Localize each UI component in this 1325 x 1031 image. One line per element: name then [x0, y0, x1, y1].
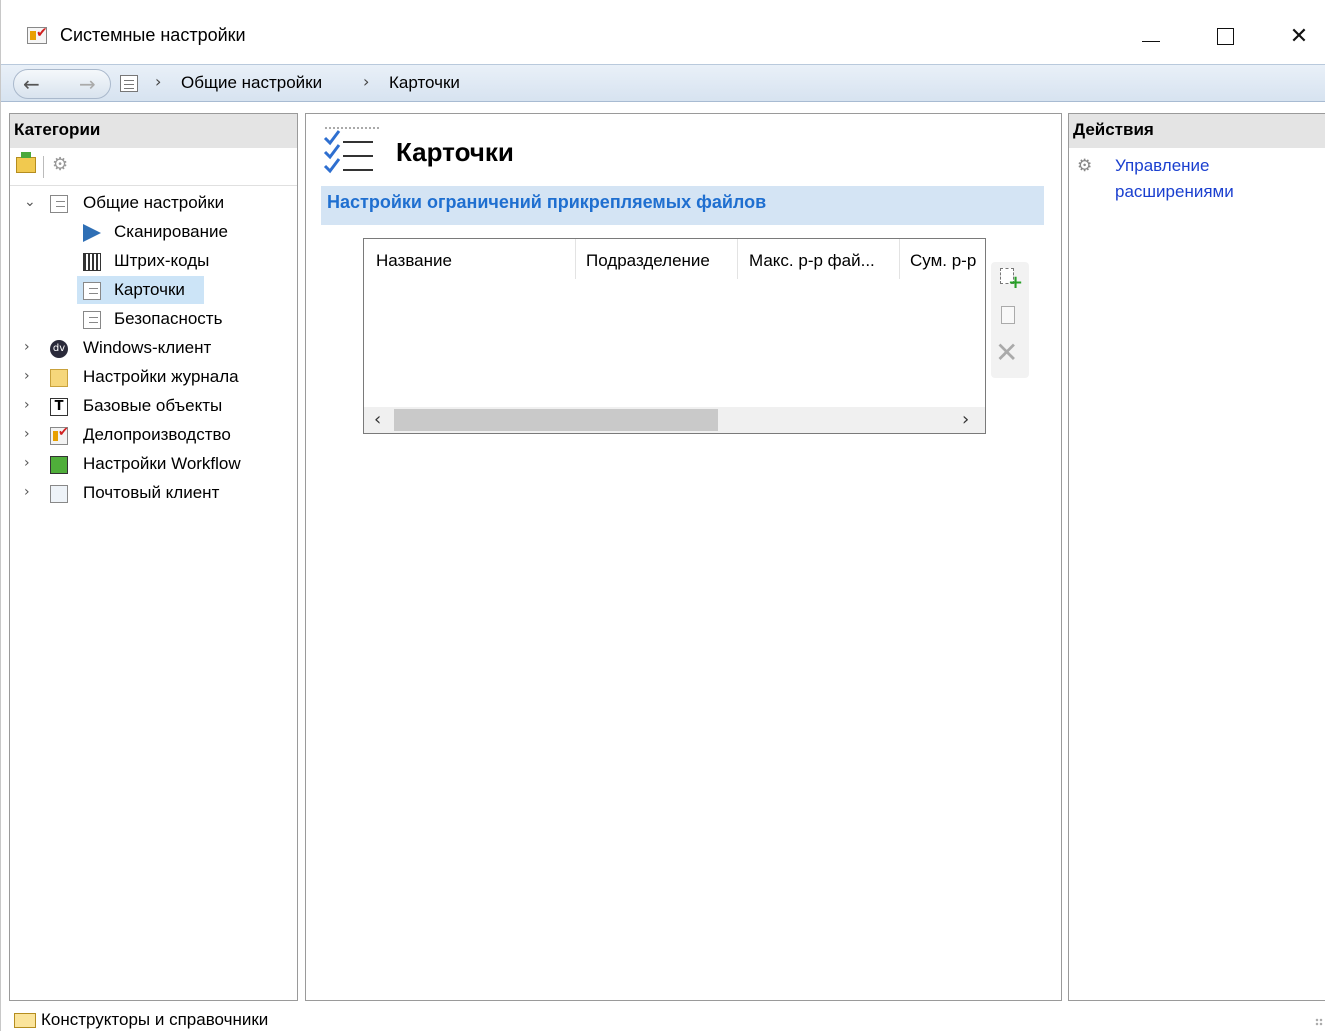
column-separator[interactable] — [575, 239, 576, 279]
manage-extensions-link[interactable]: Управление расширениями — [1115, 153, 1295, 205]
tree-item-label: Карточки — [114, 280, 185, 299]
categories-header: Категории — [10, 114, 297, 148]
edit-row-icon[interactable] — [1001, 306, 1015, 324]
breadcrumb-general-settings[interactable]: Общие настройки — [181, 73, 322, 93]
section-header: Настройки ограничений прикрепляемых файл… — [321, 186, 1044, 225]
dv-icon: dv — [50, 340, 68, 358]
actions-header: Действия — [1069, 114, 1325, 148]
tree-item-barcodes[interactable]: Штрих-коды — [10, 248, 297, 276]
tree-item-windows-client[interactable]: › dv Windows-клиент — [10, 335, 297, 363]
t-icon: T — [50, 398, 68, 416]
list-icon — [83, 282, 101, 300]
folder-icon — [50, 369, 68, 387]
tree-item-label: Штрих-коды — [114, 251, 210, 270]
section-title: Настройки ограничений прикрепляемых файл… — [327, 192, 767, 212]
app-settings-icon — [27, 25, 48, 44]
chevron-right-icon[interactable]: › — [24, 426, 36, 442]
checklist-icon — [323, 127, 379, 174]
chevron-right-icon[interactable]: › — [24, 397, 36, 413]
tree-item-label: Делопроизводство — [83, 425, 231, 444]
window-title: Системные настройки — [60, 25, 246, 45]
tree-item-log-settings[interactable]: › Настройки журнала — [10, 364, 297, 392]
tree-item-base-objects[interactable]: › T Базовые объекты — [10, 393, 297, 421]
page-title: Карточки — [396, 137, 514, 167]
delete-icon[interactable]: ✕ — [995, 336, 1018, 369]
tree-item-label: Настройки Workflow — [83, 454, 241, 473]
scroll-right-icon[interactable]: › — [962, 409, 969, 430]
tree-item-label: Безопасность — [114, 309, 223, 328]
toolbar-separator — [43, 156, 44, 178]
chevron-right-icon[interactable]: › — [24, 455, 36, 471]
chevron-right-icon: › — [155, 72, 162, 91]
gears-icon[interactable]: ⚙ — [52, 154, 68, 175]
column-header-department[interactable]: Подразделение — [586, 251, 710, 271]
delo-icon — [50, 425, 69, 445]
add-row-icon[interactable] — [1000, 268, 1023, 293]
column-header-max-file-size[interactable]: Макс. р-р фай... — [749, 251, 875, 271]
folder-add-icon[interactable] — [16, 152, 36, 173]
scroll-left-icon[interactable]: ‹ — [374, 409, 381, 430]
status-text[interactable]: Конструкторы и справочники — [41, 1010, 268, 1030]
scanner-icon — [83, 224, 101, 242]
close-icon: ✕ — [1289, 23, 1309, 49]
tree-item-workflow-settings[interactable]: › Настройки Workflow — [10, 451, 297, 479]
close-button[interactable]: ✕ — [1279, 16, 1319, 56]
maximize-icon — [1216, 27, 1234, 45]
gears-icon: ⚙ — [1077, 156, 1093, 176]
minimize-icon — [1142, 40, 1160, 42]
chevron-right-icon: › — [363, 72, 370, 91]
back-arrow-icon[interactable]: ← — [23, 72, 40, 96]
chevron-right-icon[interactable]: › — [24, 484, 36, 500]
list-icon — [83, 311, 101, 329]
table-header: Название Подразделение Макс. р-р фай... … — [364, 239, 985, 281]
workflow-icon — [50, 456, 68, 474]
tree-item-cards[interactable]: Карточки — [10, 277, 297, 305]
forward-arrow-icon[interactable]: → — [79, 72, 96, 96]
categories-toolbar: ⚙ — [10, 148, 297, 186]
resize-grip[interactable] — [1315, 1018, 1323, 1026]
file-limits-table[interactable]: Название Подразделение Макс. р-р фай... … — [363, 238, 986, 434]
horizontal-scrollbar[interactable]: ‹ › — [364, 407, 985, 433]
tree-item-security[interactable]: Безопасность — [10, 306, 297, 334]
scrollbar-thumb[interactable] — [394, 409, 718, 431]
app-window: Системные настройки ✕ ← → › Общие настро… — [0, 0, 1325, 1031]
tree-item-mail-client[interactable]: › Почтовый клиент — [10, 480, 297, 508]
tree-item-label: Windows-клиент — [83, 338, 212, 357]
chevron-right-icon[interactable]: › — [24, 368, 36, 384]
breadcrumb-cards[interactable]: Карточки — [389, 73, 460, 93]
column-header-total-size[interactable]: Сум. р-р — [910, 251, 976, 271]
folder-open-icon — [14, 1013, 36, 1028]
list-icon — [50, 195, 68, 213]
barcode-icon — [83, 253, 101, 271]
chevron-down-icon[interactable]: ⌄ — [24, 194, 36, 210]
maximize-button[interactable] — [1205, 16, 1245, 56]
column-separator[interactable] — [737, 239, 738, 279]
tree-item-records-management[interactable]: › Делопроизводство — [10, 422, 297, 450]
actions-pane — [1068, 113, 1325, 1001]
mail-icon — [50, 485, 68, 503]
tree-item-scanning[interactable]: Сканирование — [10, 219, 297, 247]
tree-item-label: Сканирование — [114, 222, 228, 241]
minimize-button[interactable] — [1131, 16, 1171, 56]
navigation-bar: ← → › Общие настройки › Карточки — [1, 64, 1325, 102]
table-tools: ✕ — [991, 262, 1029, 378]
tree-item-label: Базовые объекты — [83, 396, 223, 415]
chevron-right-icon[interactable]: › — [24, 339, 36, 355]
tree-item-label: Общие настройки — [83, 193, 225, 212]
tree-item-label: Почтовый клиент — [83, 483, 220, 502]
column-header-name[interactable]: Название — [376, 251, 452, 271]
status-bar: Конструкторы и справочники — [1, 1004, 1325, 1031]
column-separator[interactable] — [899, 239, 900, 279]
title-bar: Системные настройки ✕ — [1, 0, 1325, 64]
tree-item-label: Настройки журнала — [83, 367, 239, 386]
list-icon[interactable] — [120, 75, 138, 92]
tree-item-general-settings[interactable]: ⌄ Общие настройки — [10, 190, 297, 218]
